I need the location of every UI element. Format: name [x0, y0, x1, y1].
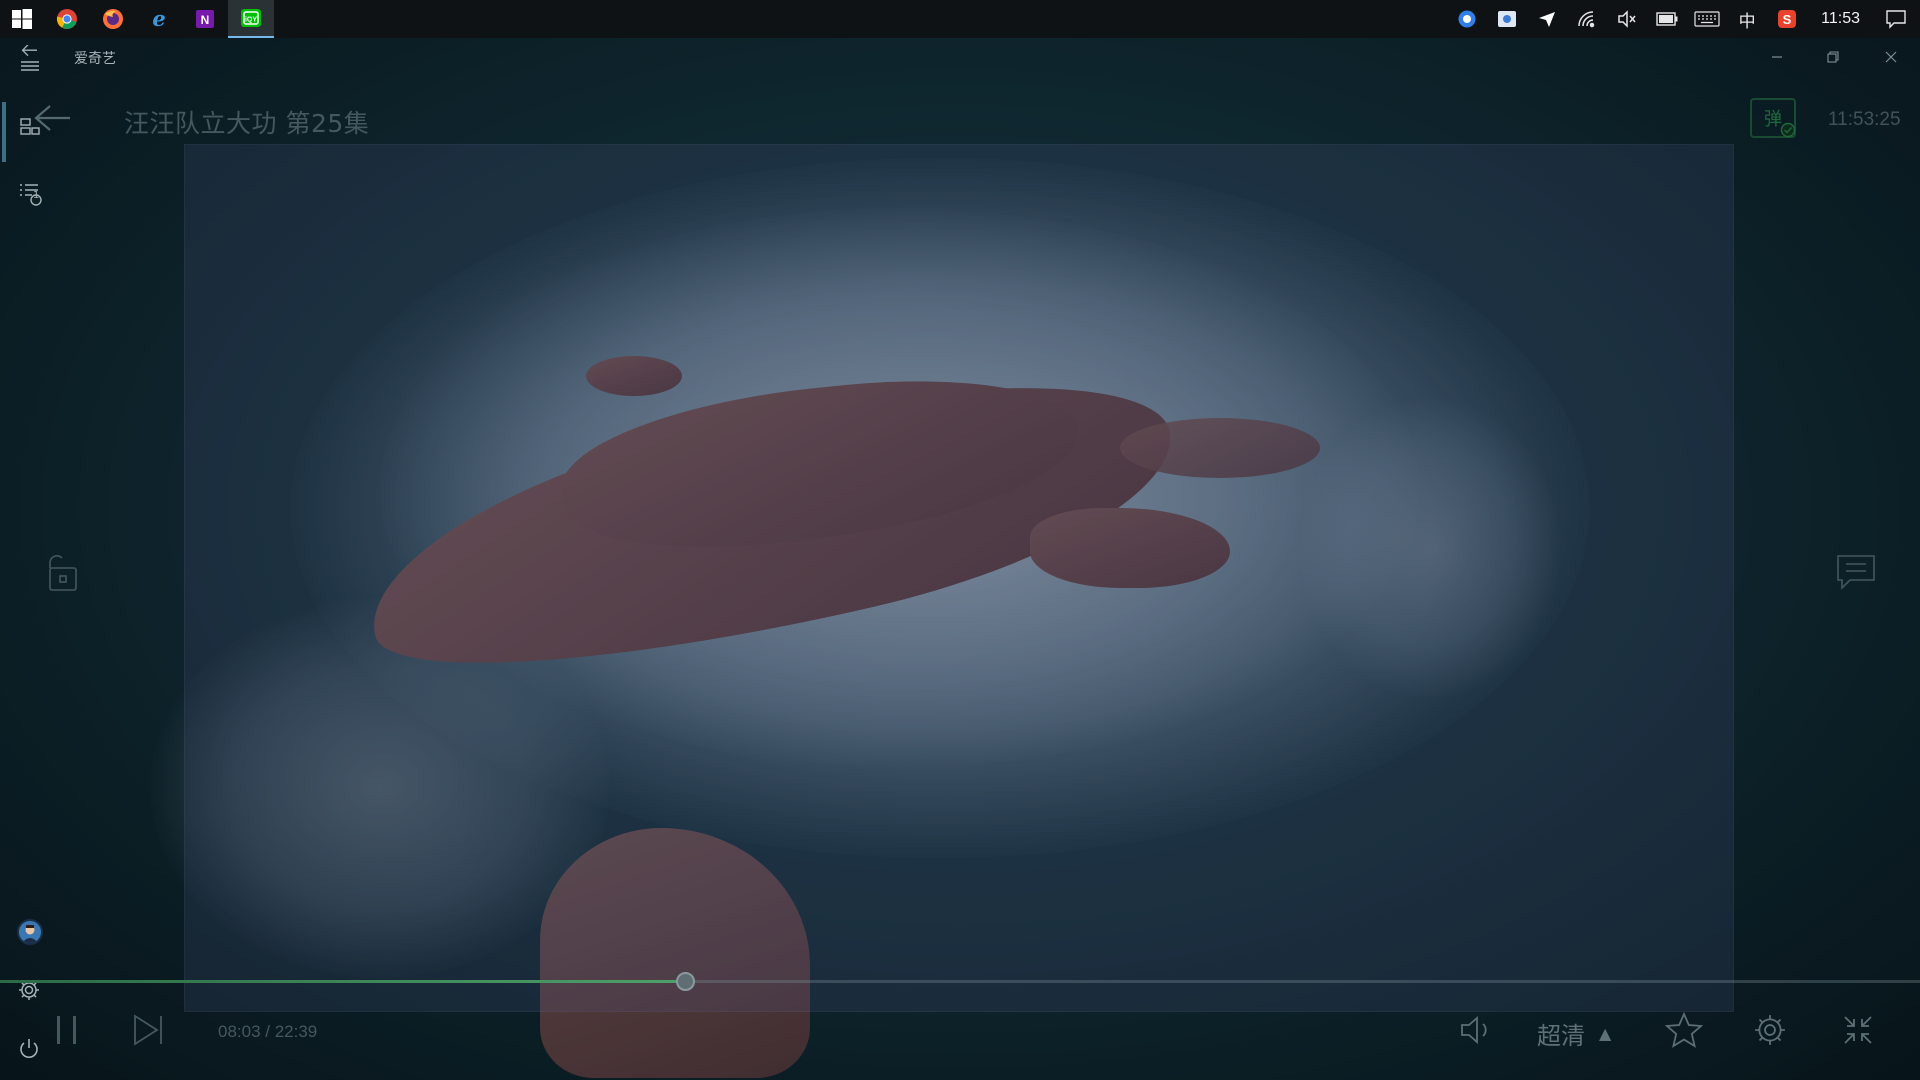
firefox-icon[interactable] [90, 0, 136, 38]
taskbar-clock[interactable]: 11:53 [1807, 10, 1872, 28]
minimize-icon[interactable] [1754, 40, 1800, 74]
windows-start-icon[interactable] [0, 0, 44, 38]
controls-dim-overlay [0, 38, 1920, 1080]
volume-icon[interactable] [1455, 1010, 1499, 1050]
comment-icon[interactable] [1836, 554, 1876, 596]
screenshot-tray-icon[interactable] [1487, 0, 1527, 38]
restore-icon[interactable] [1810, 40, 1856, 74]
svg-text:S: S [1783, 12, 1792, 27]
system-tray: 中 S 11:53 [1447, 0, 1920, 38]
player-settings-icon[interactable] [1748, 1008, 1792, 1052]
quality-label: 超清 [1537, 1022, 1585, 1050]
player-clock: 11:53:25 [1828, 109, 1901, 130]
user-avatar[interactable] [17, 919, 43, 945]
exit-fullscreen-icon[interactable] [1836, 1008, 1880, 1052]
iqiyi-icon[interactable]: iQY [228, 0, 274, 38]
power-icon[interactable] [17, 1037, 41, 1065]
check-icon [1780, 122, 1796, 138]
sogou-ime-icon[interactable]: S [1767, 0, 1807, 38]
onenote-icon[interactable]: N [182, 0, 228, 38]
battery-icon[interactable] [1647, 0, 1687, 38]
close-icon[interactable] [1868, 40, 1914, 74]
svg-text:N: N [201, 13, 210, 27]
playlist-icon[interactable]: 1 [14, 178, 46, 210]
active-nav-marker [2, 102, 6, 162]
video-player-window: 爱奇艺 1 汪汪队立大功 第25集 弹 11:53:25 08:03 / 22:… [0, 38, 1920, 1080]
favorite-star-icon[interactable] [1662, 1008, 1706, 1052]
action-center-icon[interactable] [1872, 0, 1920, 38]
hamburger-menu-icon[interactable] [14, 42, 46, 74]
send-tray-icon[interactable] [1527, 0, 1567, 38]
svg-text:e: e [152, 8, 165, 30]
edge-icon[interactable]: e [136, 0, 182, 38]
wifi-icon[interactable] [1567, 0, 1607, 38]
browser-tray-icon[interactable] [1447, 0, 1487, 38]
danmaku-toggle-button[interactable]: 弹 [1750, 98, 1796, 138]
pause-icon[interactable] [52, 1012, 82, 1048]
back-arrow-icon[interactable] [30, 98, 74, 138]
progress-played [0, 980, 686, 983]
chrome-icon[interactable] [44, 0, 90, 38]
video-title: 汪汪队立大功 第25集 [124, 109, 370, 138]
next-episode-icon[interactable] [128, 1010, 168, 1050]
svg-text:iQY: iQY [245, 17, 257, 24]
caret-up-icon: ▲ [1599, 1024, 1612, 1043]
app-title: 爱奇艺 [74, 51, 116, 67]
keyboard-icon[interactable] [1687, 0, 1727, 38]
playlist-badge: 1 [33, 190, 40, 201]
windows-taskbar: e N iQY 中 S 11:53 [0, 0, 1920, 38]
lock-icon[interactable] [42, 552, 78, 598]
input-language-indicator[interactable]: 中 [1727, 0, 1767, 38]
quality-selector[interactable]: 超清 ▲ [1537, 1016, 1611, 1051]
volume-muted-icon[interactable] [1607, 0, 1647, 38]
playback-time: 08:03 / 22:39 [218, 1022, 318, 1041]
